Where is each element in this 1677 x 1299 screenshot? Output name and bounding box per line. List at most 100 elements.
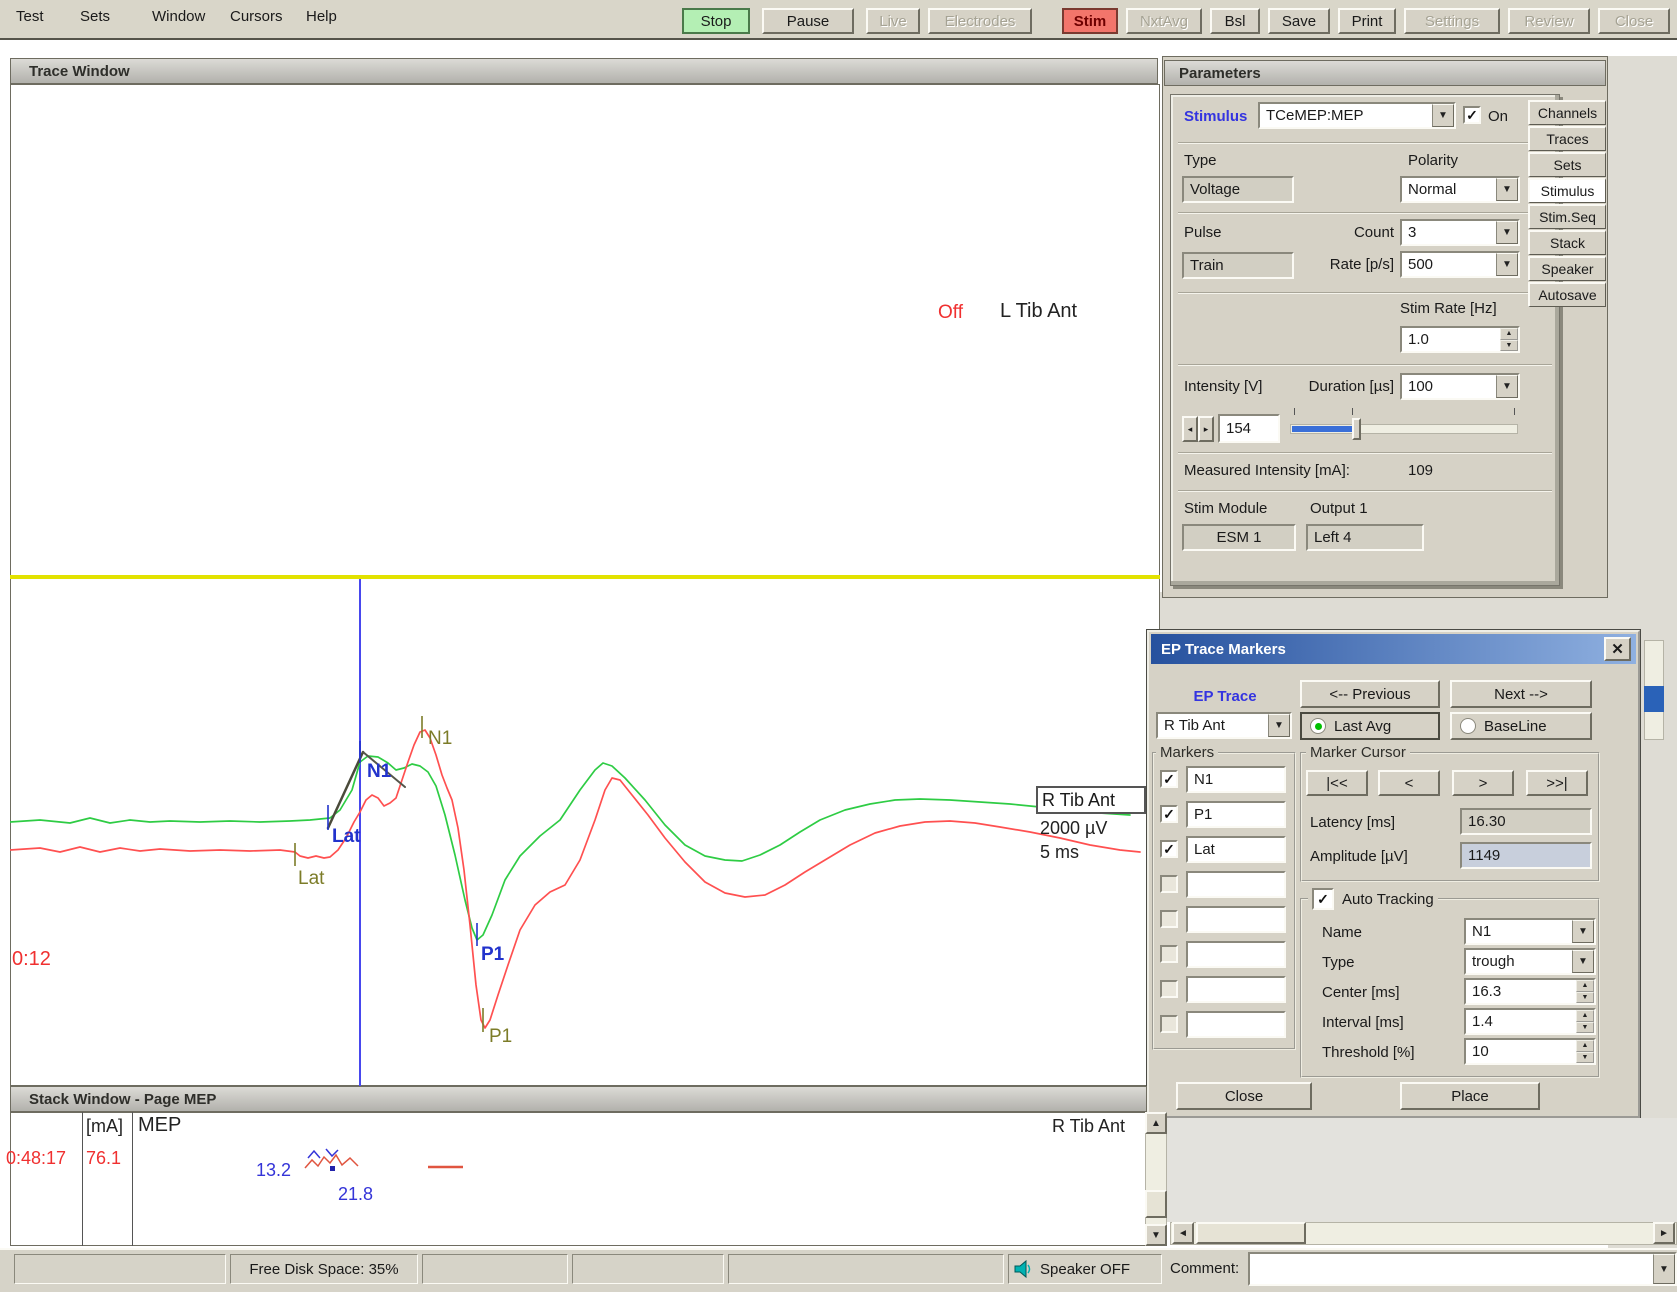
tab-stimulus[interactable]: Stimulus (1528, 178, 1606, 203)
marker-checkbox-5[interactable] (1160, 910, 1178, 928)
nxtavg-button[interactable]: NxtAvg (1126, 8, 1202, 34)
stop-button[interactable]: Stop (682, 8, 750, 34)
duration-combo-arrow-icon[interactable]: ▼ (1496, 375, 1518, 398)
scroll-down-icon[interactable]: ▼ (1145, 1224, 1167, 1246)
threshold-spin[interactable]: 10 ▲▼ (1464, 1038, 1596, 1065)
ep-dialog-titlebar[interactable]: EP Trace Markers (1151, 634, 1636, 664)
scroll-up-icon[interactable]: ▲ (1145, 1112, 1167, 1134)
bsl-button[interactable]: Bsl (1210, 8, 1260, 34)
interval-spinner[interactable]: ▲▼ (1576, 1010, 1594, 1033)
cursor-first-button[interactable]: |<< (1306, 770, 1368, 796)
close-button[interactable]: Close (1598, 8, 1670, 34)
auto-tracking-row[interactable]: ✓ Auto Tracking (1308, 888, 1438, 910)
marker-checkbox-8[interactable] (1160, 1015, 1178, 1033)
marker-name-field-1[interactable]: N1 (1186, 766, 1286, 793)
auto-tracking-checkbox[interactable]: ✓ (1312, 888, 1334, 910)
upper-channel-label[interactable]: L Tib Ant (1000, 300, 1077, 323)
marker-label-P1[interactable]: P1 (489, 1026, 512, 1047)
previous-button[interactable]: <-- Previous (1300, 680, 1440, 708)
electrodes-button[interactable]: Electrodes (928, 8, 1032, 34)
marker-checkbox-Lat[interactable]: ✓ (1160, 840, 1178, 858)
print-button[interactable]: Print (1338, 8, 1396, 34)
marker-checkbox-6[interactable] (1160, 945, 1178, 963)
intensity-dec-button[interactable]: ◂ (1182, 416, 1198, 442)
tracking-type-arrow-icon[interactable]: ▼ (1572, 950, 1594, 973)
cursor-next-button[interactable]: > (1452, 770, 1514, 796)
menu-item-help[interactable]: Help (306, 8, 337, 25)
count-combo-arrow-icon[interactable]: ▼ (1496, 221, 1518, 244)
last-avg-option[interactable]: Last Avg (1300, 712, 1440, 740)
tab-speaker[interactable]: Speaker (1528, 256, 1606, 281)
menu-item-test[interactable]: Test (16, 8, 44, 25)
count-combo[interactable]: 3 ▼ (1400, 219, 1520, 246)
stim-rate-spinner[interactable]: ▲▼ (1500, 328, 1518, 351)
interval-spin[interactable]: 1.4 ▲▼ (1464, 1008, 1596, 1035)
settings-button[interactable]: Settings (1404, 8, 1500, 34)
marker-checkbox-N1[interactable]: ✓ (1160, 770, 1178, 788)
intensity-inc-button[interactable]: ▸ (1198, 416, 1214, 442)
marker-name-field-6[interactable] (1186, 941, 1286, 968)
menu-item-window[interactable]: Window (152, 8, 205, 25)
scroll-left-icon[interactable]: ◄ (1172, 1222, 1194, 1244)
live-button[interactable]: Live (866, 8, 920, 34)
stimulus-combo[interactable]: TCeMEP:MEP ▼ (1258, 102, 1456, 129)
stack-sparkline[interactable] (290, 1142, 480, 1188)
menu-item-cursors[interactable]: Cursors (230, 8, 283, 25)
stim-button[interactable]: Stim (1062, 8, 1118, 34)
marker-name-field-8[interactable] (1186, 1011, 1286, 1038)
marker-name-field-5[interactable] (1186, 906, 1286, 933)
ep-channel-combo[interactable]: R Tib Ant ▼ (1156, 712, 1292, 739)
stack-window-titlebar[interactable]: Stack Window - Page MEP (10, 1086, 1147, 1112)
stim-rate-spin[interactable]: 1.0 ▲▼ (1400, 326, 1520, 353)
marker-name-field-4[interactable] (1186, 871, 1286, 898)
upper-channel-status[interactable]: Off (938, 302, 963, 324)
marker-name-field-7[interactable] (1186, 976, 1286, 1003)
marker-checkbox-P1[interactable]: ✓ (1160, 805, 1178, 823)
menu-item-sets[interactable]: Sets (80, 8, 110, 25)
cursor-last-button[interactable]: >>| (1526, 770, 1588, 796)
trace-window-titlebar[interactable]: Trace Window (10, 58, 1158, 84)
comment-combo[interactable]: ▼ (1248, 1252, 1677, 1286)
tracking-type-combo[interactable]: trough ▼ (1464, 948, 1596, 975)
tracking-name-combo[interactable]: N1 ▼ (1464, 918, 1596, 945)
next-button[interactable]: Next --> (1450, 680, 1592, 708)
hidden-window-thumb[interactable] (1644, 686, 1664, 712)
dialog-close-button[interactable]: Close (1176, 1082, 1312, 1110)
tab-autosave[interactable]: Autosave (1528, 282, 1606, 307)
ep-channel-combo-arrow-icon[interactable]: ▼ (1268, 714, 1290, 737)
stimulus-combo-arrow-icon[interactable]: ▼ (1432, 104, 1454, 127)
stack-channel-label[interactable]: R Tib Ant (1052, 1116, 1125, 1137)
stimulus-on-checkbox[interactable]: ✓ (1463, 106, 1481, 124)
marker-label-N1[interactable]: N1 (367, 761, 392, 782)
review-button[interactable]: Review (1508, 8, 1590, 34)
place-button[interactable]: Place (1400, 1082, 1540, 1110)
speaker-status[interactable]: Speaker OFF (1008, 1254, 1162, 1284)
duration-combo[interactable]: 100 ▼ (1400, 373, 1520, 400)
marker-label-Lat[interactable]: Lat (332, 826, 361, 847)
parameters-titlebar[interactable]: Parameters (1164, 60, 1606, 86)
intensity-slider-thumb[interactable] (1352, 418, 1361, 440)
comment-combo-arrow-icon[interactable]: ▼ (1653, 1254, 1675, 1284)
hscroll-thumb[interactable] (1196, 1222, 1306, 1244)
marker-checkbox-7[interactable] (1160, 980, 1178, 998)
marker-label-Lat[interactable]: Lat (298, 868, 325, 889)
center-spinner[interactable]: ▲▼ (1576, 980, 1594, 1003)
close-icon[interactable]: ✕ (1604, 637, 1631, 661)
cursor-prev-button[interactable]: < (1378, 770, 1440, 796)
baseline-option[interactable]: BaseLine (1450, 712, 1592, 740)
center-spin[interactable]: 16.3 ▲▼ (1464, 978, 1596, 1005)
marker-name-field-2[interactable]: P1 (1186, 801, 1286, 828)
tracking-name-arrow-icon[interactable]: ▼ (1572, 920, 1594, 943)
polarity-combo[interactable]: Normal ▼ (1400, 176, 1520, 203)
tab-stack[interactable]: Stack (1528, 230, 1606, 255)
intensity-field[interactable]: 154 (1218, 414, 1280, 443)
tab-channels[interactable]: Channels (1528, 100, 1606, 125)
tab-sets[interactable]: Sets (1528, 152, 1606, 177)
rate-combo[interactable]: 500 ▼ (1400, 251, 1520, 278)
lower-channel-label[interactable]: R Tib Ant (1036, 786, 1146, 814)
marker-name-field-3[interactable]: Lat (1186, 836, 1286, 863)
threshold-spinner[interactable]: ▲▼ (1576, 1040, 1594, 1063)
pause-button[interactable]: Pause (762, 8, 854, 34)
scroll-right-icon[interactable]: ► (1653, 1222, 1675, 1244)
rate-combo-arrow-icon[interactable]: ▼ (1496, 253, 1518, 276)
